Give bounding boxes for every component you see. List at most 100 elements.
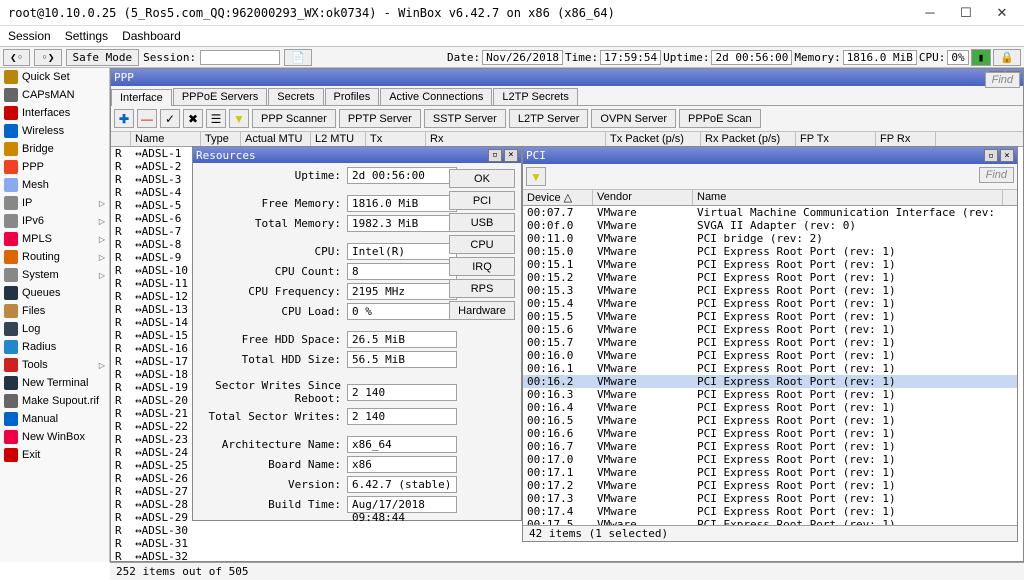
column-header[interactable]: Device △ bbox=[523, 190, 593, 205]
tab-profiles[interactable]: Profiles bbox=[325, 88, 380, 105]
pci-min-button[interactable]: ▫ bbox=[984, 149, 998, 162]
sidebar-item-log[interactable]: Log bbox=[0, 320, 109, 338]
pci-row[interactable]: 00:17.2VMwarePCI Express Root Port (rev:… bbox=[523, 479, 1017, 492]
sstp-server-button[interactable]: SSTP Server bbox=[424, 109, 506, 128]
session-field[interactable] bbox=[200, 50, 280, 65]
sidebar-item-capsman[interactable]: CAPsMAN bbox=[0, 86, 109, 104]
column-header[interactable]: L2 MTU bbox=[311, 132, 366, 146]
disable-button[interactable]: ✖ bbox=[183, 109, 203, 128]
pci-row[interactable]: 00:15.0VMwarePCI Express Root Port (rev:… bbox=[523, 245, 1017, 258]
sidebar-item-exit[interactable]: Exit bbox=[0, 446, 109, 464]
sidebar-item-ip[interactable]: IP▷ bbox=[0, 194, 109, 212]
resources-min-button[interactable]: ▫ bbox=[488, 149, 502, 162]
hardware-button[interactable]: Hardware bbox=[449, 301, 515, 320]
pci-filter-button[interactable]: ▼ bbox=[526, 167, 546, 186]
remove-button[interactable]: — bbox=[137, 109, 157, 128]
pptp-server-button[interactable]: PPTP Server bbox=[339, 109, 421, 128]
pci-row[interactable]: 00:15.2VMwarePCI Express Root Port (rev:… bbox=[523, 271, 1017, 284]
column-header[interactable]: FP Rx bbox=[876, 132, 936, 146]
maximize-button[interactable]: ☐ bbox=[948, 2, 984, 24]
pci-row[interactable]: 00:16.6VMwarePCI Express Root Port (rev:… bbox=[523, 427, 1017, 440]
sidebar-item-mpls[interactable]: MPLS▷ bbox=[0, 230, 109, 248]
filter-button[interactable]: ▼ bbox=[229, 109, 249, 128]
sidebar-item-new-terminal[interactable]: New Terminal bbox=[0, 374, 109, 392]
ppp-columns[interactable]: NameTypeActual MTUL2 MTUTxRxTx Packet (p… bbox=[111, 132, 1023, 147]
cpu-button[interactable]: CPU bbox=[449, 235, 515, 254]
pci-row[interactable]: 00:15.4VMwarePCI Express Root Port (rev:… bbox=[523, 297, 1017, 310]
pci-row[interactable]: 00:16.1VMwarePCI Express Root Port (rev:… bbox=[523, 362, 1017, 375]
menu-dashboard[interactable]: Dashboard bbox=[122, 29, 181, 43]
pci-window[interactable]: PCI ▫ × ▼ Find Device △VendorName 00:07.… bbox=[522, 146, 1018, 542]
irq-button[interactable]: IRQ bbox=[449, 257, 515, 276]
pci-row[interactable]: 00:15.3VMwarePCI Express Root Port (rev:… bbox=[523, 284, 1017, 297]
hide-passwords-button[interactable]: 🔒 bbox=[993, 49, 1021, 66]
pci-row[interactable]: 00:0f.0VMwareSVGA II Adapter (rev: 0) bbox=[523, 219, 1017, 232]
menu-settings[interactable]: Settings bbox=[65, 29, 108, 43]
add-button[interactable]: ✚ bbox=[114, 109, 134, 128]
comment-button[interactable]: ☰ bbox=[206, 109, 226, 128]
sidebar-item-system[interactable]: System▷ bbox=[0, 266, 109, 284]
sidebar-item-wireless[interactable]: Wireless bbox=[0, 122, 109, 140]
tab-pppoe-servers[interactable]: PPPoE Servers bbox=[173, 88, 267, 105]
pci-row[interactable]: 00:17.0VMwarePCI Express Root Port (rev:… bbox=[523, 453, 1017, 466]
sidebar-item-radius[interactable]: Radius bbox=[0, 338, 109, 356]
pci-row[interactable]: 00:07.7VMwareVirtual Machine Communicati… bbox=[523, 206, 1017, 219]
pci-row[interactable]: 00:17.3VMwarePCI Express Root Port (rev:… bbox=[523, 492, 1017, 505]
pci-row[interactable]: 00:15.1VMwarePCI Express Root Port (rev:… bbox=[523, 258, 1017, 271]
safe-mode-button[interactable]: Safe Mode bbox=[66, 49, 140, 66]
ppp-window-title[interactable]: PPP ▫ × bbox=[111, 69, 1023, 86]
interface-row[interactable]: R↔ADSL-32 bbox=[111, 550, 1023, 561]
sidebar-item-interfaces[interactable]: Interfaces bbox=[0, 104, 109, 122]
rps-button[interactable]: RPS bbox=[449, 279, 515, 298]
column-header[interactable]: Name bbox=[693, 190, 1003, 205]
sidebar-item-ipv6[interactable]: IPv6▷ bbox=[0, 212, 109, 230]
sidebar-item-queues[interactable]: Queues bbox=[0, 284, 109, 302]
pci-row[interactable]: 00:16.7VMwarePCI Express Root Port (rev:… bbox=[523, 440, 1017, 453]
tab-secrets[interactable]: Secrets bbox=[268, 88, 323, 105]
column-header[interactable]: Actual MTU bbox=[241, 132, 311, 146]
menu-session[interactable]: Session bbox=[8, 29, 51, 43]
usb-button[interactable]: USB bbox=[449, 213, 515, 232]
tab-l2tp-secrets[interactable]: L2TP Secrets bbox=[493, 88, 577, 105]
column-header[interactable] bbox=[111, 132, 131, 146]
pci-columns[interactable]: Device △VendorName bbox=[523, 190, 1017, 206]
column-header[interactable]: Type bbox=[201, 132, 241, 146]
pci-row[interactable]: 00:16.4VMwarePCI Express Root Port (rev:… bbox=[523, 401, 1017, 414]
session-note-button[interactable]: 📄 bbox=[284, 49, 312, 66]
ok-button[interactable]: OK bbox=[449, 169, 515, 188]
column-header[interactable]: Tx Packet (p/s) bbox=[606, 132, 701, 146]
pci-row[interactable]: 00:16.5VMwarePCI Express Root Port (rev:… bbox=[523, 414, 1017, 427]
l2tp-server-button[interactable]: L2TP Server bbox=[509, 109, 589, 128]
sidebar-item-manual[interactable]: Manual bbox=[0, 410, 109, 428]
pppoe-scan-button[interactable]: PPPoE Scan bbox=[679, 109, 761, 128]
sidebar-item-mesh[interactable]: Mesh bbox=[0, 176, 109, 194]
column-header[interactable]: Tx bbox=[366, 132, 426, 146]
column-header[interactable]: Vendor bbox=[593, 190, 693, 205]
pci-row[interactable]: 00:16.0VMwarePCI Express Root Port (rev:… bbox=[523, 349, 1017, 362]
tab-active-connections[interactable]: Active Connections bbox=[380, 88, 492, 105]
column-header[interactable]: Name bbox=[131, 132, 201, 146]
sidebar-item-bridge[interactable]: Bridge bbox=[0, 140, 109, 158]
ppp-find-button[interactable]: Find bbox=[985, 72, 1020, 88]
pci-row[interactable]: 00:15.6VMwarePCI Express Root Port (rev:… bbox=[523, 323, 1017, 336]
resources-window-title[interactable]: Resources ▫ × bbox=[193, 147, 521, 163]
resources-close-button[interactable]: × bbox=[504, 149, 518, 162]
sidebar-item-quick-set[interactable]: Quick Set bbox=[0, 68, 109, 86]
column-header[interactable]: Rx Packet (p/s) bbox=[701, 132, 796, 146]
sidebar-item-ppp[interactable]: PPP bbox=[0, 158, 109, 176]
pci-find-button[interactable]: Find bbox=[979, 167, 1014, 183]
close-button[interactable]: ✕ bbox=[984, 2, 1020, 24]
pci-row[interactable]: 00:16.3VMwarePCI Express Root Port (rev:… bbox=[523, 388, 1017, 401]
ppp-scanner-button[interactable]: PPP Scanner bbox=[252, 109, 336, 128]
pci-row[interactable]: 00:15.7VMwarePCI Express Root Port (rev:… bbox=[523, 336, 1017, 349]
pci-row[interactable]: 00:17.4VMwarePCI Express Root Port (rev:… bbox=[523, 505, 1017, 518]
minimize-button[interactable]: ─ bbox=[912, 2, 948, 24]
sidebar-item-routing[interactable]: Routing▷ bbox=[0, 248, 109, 266]
pci-rows[interactable]: 00:07.7VMwareVirtual Machine Communicati… bbox=[523, 206, 1017, 525]
pci-button[interactable]: PCI bbox=[449, 191, 515, 210]
redo-button[interactable]: ◦❯ bbox=[34, 49, 61, 66]
column-header[interactable]: FP Tx bbox=[796, 132, 876, 146]
pci-row[interactable]: 00:16.2VMwarePCI Express Root Port (rev:… bbox=[523, 375, 1017, 388]
pci-row[interactable]: 00:11.0VMwarePCI bridge (rev: 2) bbox=[523, 232, 1017, 245]
resources-window[interactable]: Resources ▫ × Uptime:2d 00:56:00Free Mem… bbox=[192, 146, 522, 521]
